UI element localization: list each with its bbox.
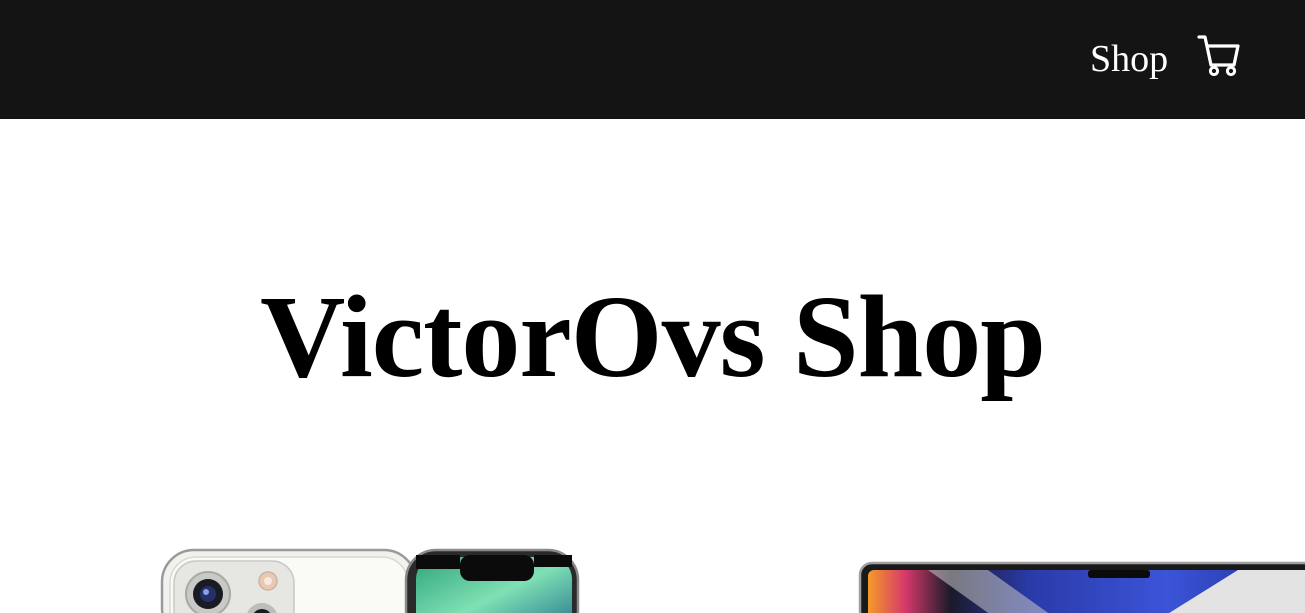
cart-button[interactable] <box>1196 33 1242 77</box>
shop-link[interactable]: Shop <box>1090 37 1168 81</box>
cart-icon <box>1197 35 1240 77</box>
macbook-product-image[interactable] <box>858 560 1305 613</box>
top-navbar: Shop <box>0 0 1305 119</box>
shop-title: VictorOvs Shop <box>260 271 1046 402</box>
macbook-pro-image <box>858 561 1305 613</box>
iphone-product-image[interactable] <box>160 547 580 613</box>
iphone-13-pro-image <box>160 548 580 613</box>
